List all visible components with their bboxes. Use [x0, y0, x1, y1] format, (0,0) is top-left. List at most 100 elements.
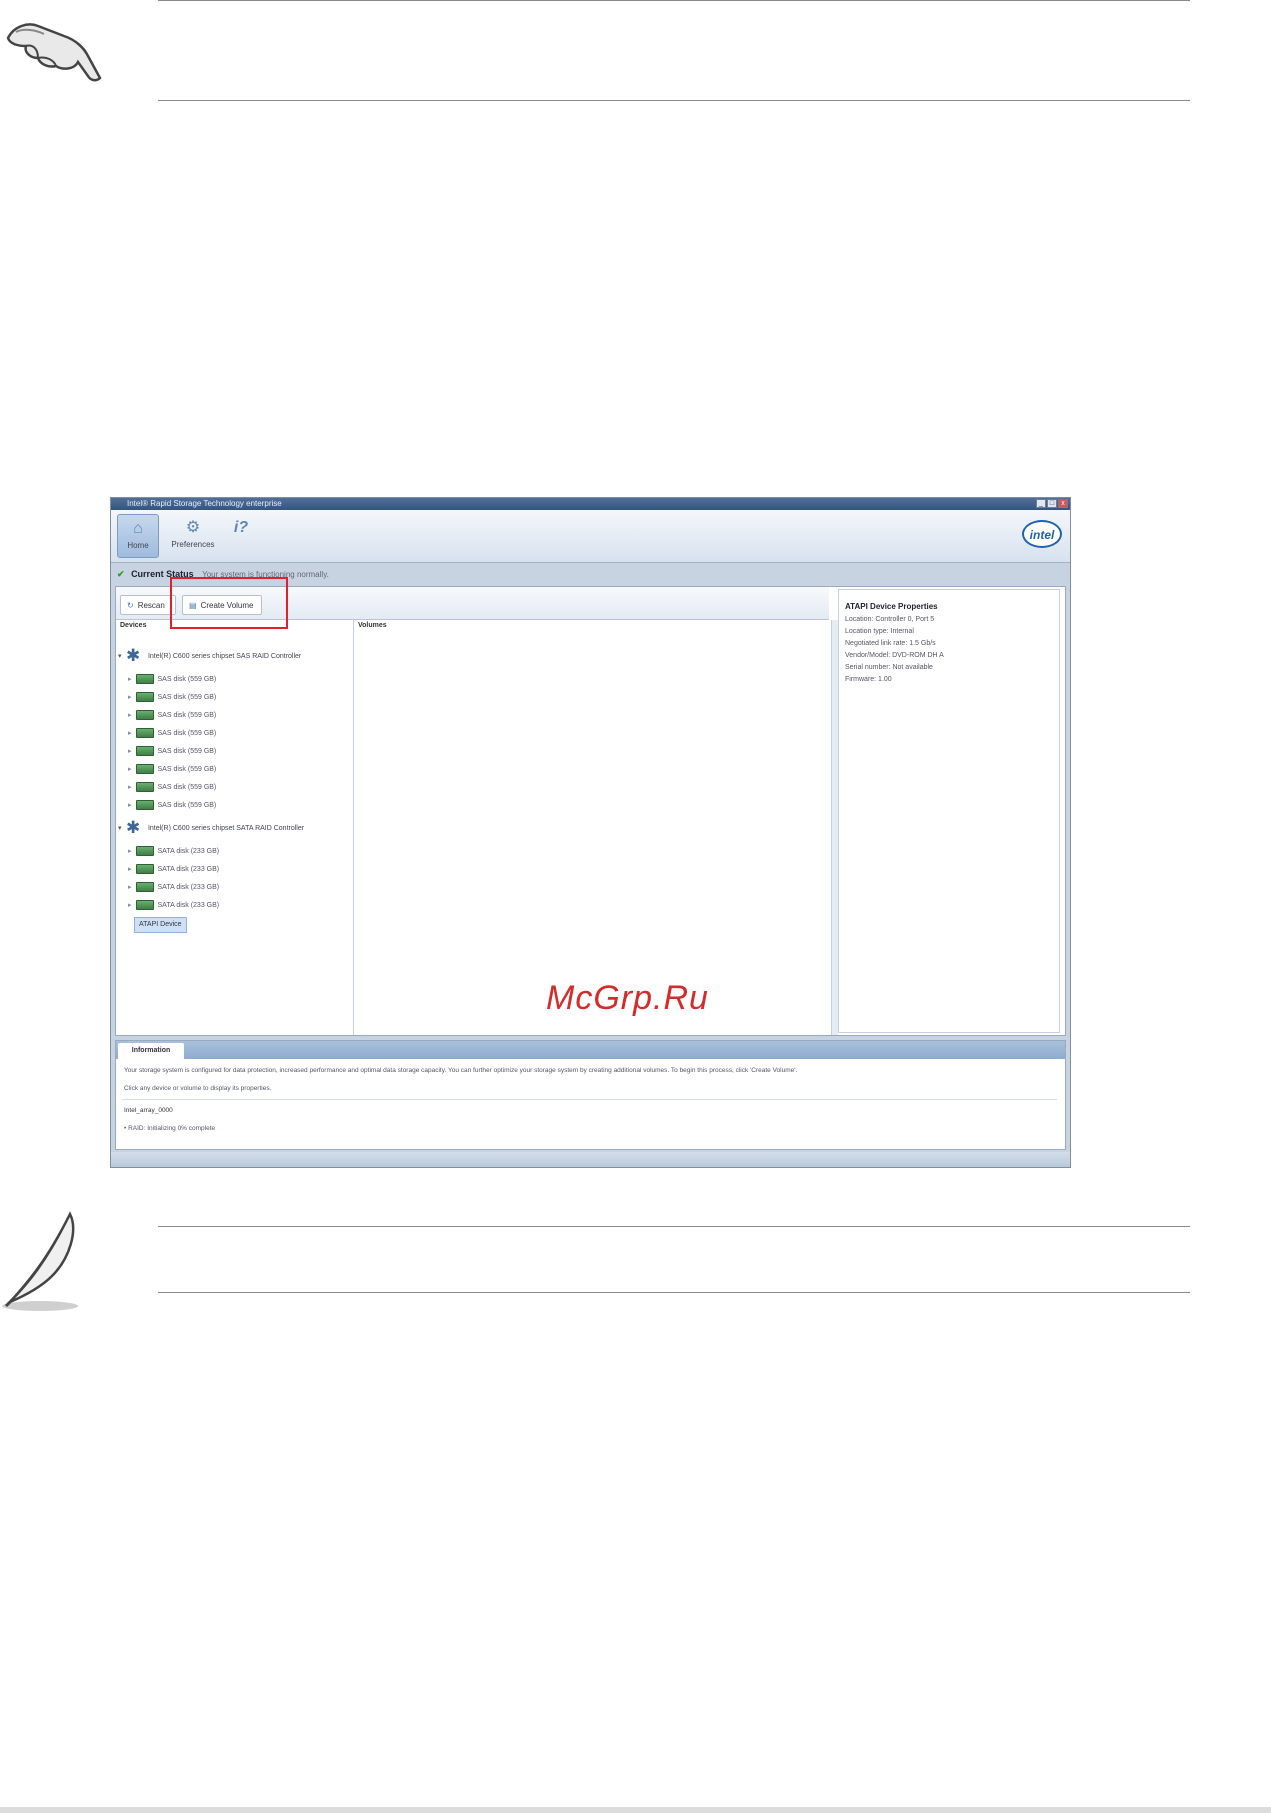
rst-window: Intel® Rapid Storage Technology enterpri…: [110, 497, 1071, 1168]
collapse-arrow-icon[interactable]: ▾: [118, 818, 126, 840]
controller-icon: ✱: [126, 818, 141, 838]
expand-arrow-icon: ▸: [128, 766, 132, 773]
disk-icon: [135, 674, 154, 685]
caution-bottom-rule: [158, 100, 1190, 101]
expand-arrow-icon: ▸: [128, 848, 132, 855]
disk-label: SATA disk (233 GB): [157, 902, 220, 909]
expand-arrow-icon: ▸: [128, 884, 132, 891]
disk-item[interactable]: ▸ SAS disk (559 GB): [128, 744, 216, 760]
status-check-icon: ✔: [117, 569, 125, 579]
rescan-button[interactable]: ↻ Rescan: [120, 595, 176, 615]
disk-item[interactable]: ▸ SAS disk (559 GB): [128, 708, 216, 724]
devices-header: Devices: [120, 622, 147, 629]
intel-logo: intel: [1022, 520, 1062, 548]
information-tabstrip: Information: [116, 1041, 1065, 1059]
disk-label: SATA disk (233 GB): [157, 884, 220, 891]
tab-information[interactable]: Information: [118, 1043, 184, 1059]
home-icon: ⌂: [133, 520, 143, 537]
disk-item[interactable]: ▸ SATA disk (233 GB): [128, 880, 219, 896]
disk-item[interactable]: ▸ SAS disk (559 GB): [128, 780, 216, 796]
disk-icon: [135, 846, 154, 857]
information-hint: Click any device or volume to display it…: [124, 1085, 272, 1092]
disk-item[interactable]: ▸ SAS disk (559 GB): [128, 762, 216, 778]
window-title: Intel® Rapid Storage Technology enterpri…: [127, 499, 282, 508]
disk-icon: [135, 728, 154, 739]
volumes-pane: Volumes: [354, 620, 829, 1035]
property-line: Serial number: Not available: [845, 664, 933, 671]
disk-icon: [135, 882, 154, 893]
disk-label: SAS disk (559 GB): [157, 802, 217, 809]
disk-icon: [135, 800, 154, 811]
property-line: Vendor/Model: DVD-ROM DH A: [845, 652, 944, 659]
disk-label: SAS disk (559 GB): [157, 766, 217, 773]
expand-arrow-icon: ▸: [128, 748, 132, 755]
controller-sata[interactable]: ▾ ✱ Intel(R) C600 series chipset SATA RAI…: [118, 818, 304, 840]
disk-label: SAS disk (559 GB): [157, 748, 217, 755]
disk-icon: [135, 746, 154, 757]
disk-icon: [135, 864, 154, 875]
controller-name: Intel(R) C600 series chipset SATA RAID C…: [147, 825, 305, 832]
page-footer-bar: [0, 1807, 1271, 1813]
property-line: Location type: Internal: [845, 628, 914, 635]
disk-icon: [135, 692, 154, 703]
expand-arrow-icon: ▸: [128, 676, 132, 683]
volume-name[interactable]: Intel_array_0000: [124, 1107, 173, 1114]
disk-item[interactable]: ▸ SATA disk (233 GB): [128, 844, 219, 860]
caution-hand-icon: [6, 23, 102, 82]
volume-status: • RAID: Initializing 0% complete: [124, 1125, 216, 1132]
preferences-button[interactable]: ⚙ Preferences: [167, 514, 219, 558]
expand-arrow-icon: ▸: [128, 784, 132, 791]
rescan-label: Rescan: [137, 601, 165, 610]
note-top-rule: [158, 1226, 1190, 1227]
expand-arrow-icon: ▸: [128, 866, 132, 873]
property-line: Negotiated link rate: 1.5 Gb/s: [845, 640, 936, 647]
controller-name: Intel(R) C600 series chipset SAS RAID Co…: [147, 653, 302, 660]
preferences-label: Preferences: [171, 540, 215, 549]
properties-pane: ATAPI Device Properties Location: Contro…: [838, 589, 1060, 1033]
property-line: Firmware: 1.00: [845, 676, 892, 683]
expand-arrow-icon: ▸: [128, 730, 132, 737]
collapse-arrow-icon[interactable]: ▾: [118, 646, 126, 668]
disk-item[interactable]: ▸ SATA disk (233 GB): [128, 898, 219, 914]
note-bottom-rule: [158, 1292, 1190, 1293]
properties-title: ATAPI Device Properties: [845, 602, 938, 611]
atapi-device-label: ATAPI Device: [139, 921, 182, 928]
disk-label: SAS disk (559 GB): [157, 676, 217, 683]
expand-arrow-icon: ▸: [128, 712, 132, 719]
disk-icon: [135, 764, 154, 775]
window-titlebar: Intel® Rapid Storage Technology enterpri…: [111, 498, 1070, 510]
disk-item[interactable]: ▸ SAS disk (559 GB): [128, 672, 216, 688]
home-button[interactable]: ⌂ Home: [117, 514, 159, 558]
disk-label: SAS disk (559 GB): [157, 694, 217, 701]
disk-icon: [135, 710, 154, 721]
devices-pane: Devices ▾ ✱ Intel(R) C600 series chipset …: [116, 620, 354, 1035]
main-toolbar: ⌂ Home ⚙ Preferences i? intel: [111, 510, 1070, 563]
disk-item[interactable]: ▸ SATA disk (233 GB): [128, 862, 219, 878]
disk-label: SAS disk (559 GB): [157, 730, 217, 737]
disk-item[interactable]: ▸ SAS disk (559 GB): [128, 726, 216, 742]
disk-icon: [135, 782, 154, 793]
rescan-icon: ↻: [127, 601, 134, 610]
expand-arrow-icon: ▸: [128, 802, 132, 809]
help-button[interactable]: i?: [227, 514, 255, 558]
controller-sas[interactable]: ▾ ✱ Intel(R) C600 series chipset SAS RAID…: [118, 646, 301, 668]
atapi-device-item[interactable]: ATAPI Device: [134, 917, 187, 933]
note-feather-icon: [2, 1211, 78, 1311]
expand-arrow-icon: ▸: [128, 902, 132, 909]
pane-splitter[interactable]: [831, 620, 838, 1035]
disk-label: SATA disk (233 GB): [157, 848, 220, 855]
help-icon: i?: [233, 519, 249, 536]
expand-arrow-icon: ▸: [128, 694, 132, 701]
maximize-button[interactable]: □: [1047, 499, 1057, 508]
caution-top-rule: [158, 0, 1190, 1]
disk-item[interactable]: ▸ SAS disk (559 GB): [128, 798, 216, 814]
volumes-header: Volumes: [358, 622, 387, 629]
close-button[interactable]: x: [1058, 499, 1068, 508]
minimize-button[interactable]: _: [1036, 499, 1046, 508]
window-bottom-strip: [111, 1152, 1070, 1167]
information-divider: [122, 1099, 1057, 1100]
main-panel: ↻ Rescan ▤ Create Volume Devices ▾ ✱ Intel(…: [115, 577, 1066, 1036]
disk-item[interactable]: ▸ SAS disk (559 GB): [128, 690, 216, 706]
action-bar: ↻ Rescan ▤ Create Volume: [116, 577, 829, 629]
information-panel: Information Your storage system is confi…: [115, 1040, 1066, 1150]
